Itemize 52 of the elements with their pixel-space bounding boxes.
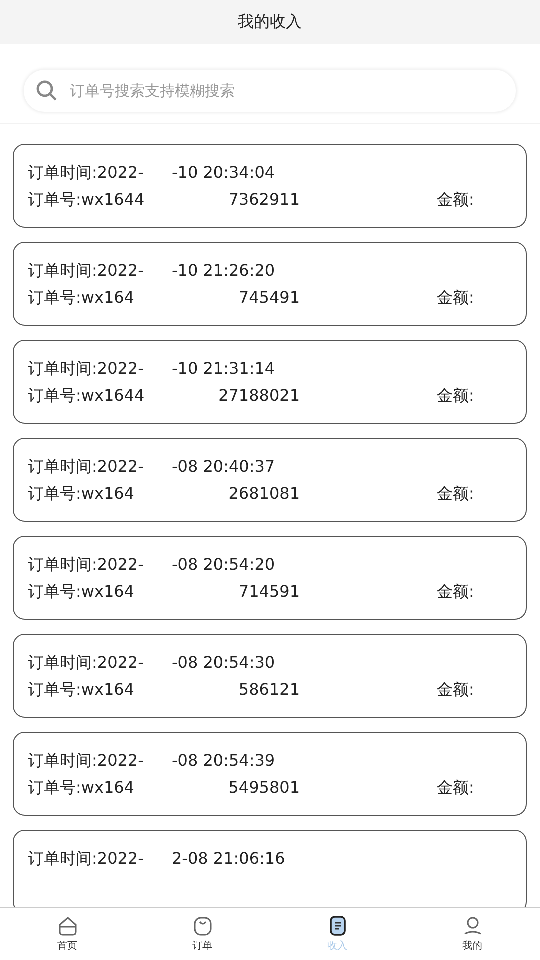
amount-label: 金额: xyxy=(437,483,474,504)
order-time: 订单时间:2022- xyxy=(28,358,145,379)
order-time: 订单时间:2022- xyxy=(28,750,145,771)
order-time: 订单时间:2022- xyxy=(28,848,145,869)
order-number: 订单号:wx164 xyxy=(28,679,136,700)
order-time-value: -10 20:34:04 xyxy=(172,162,276,183)
amount-label: 金额: xyxy=(437,777,474,798)
order-time: 订单时间:2022- xyxy=(28,652,145,673)
amount-label: 金额: xyxy=(437,287,474,308)
home-icon xyxy=(56,915,78,937)
tab-item[interactable]: 我的 xyxy=(405,908,540,960)
order-card[interactable]: 订单时间:2022- -08 20:54:39 订单号:wx164 5495801 金额: xyxy=(13,732,527,816)
order-number: 订单号:wx164 xyxy=(28,581,136,602)
order-time-value: -08 20:54:20 xyxy=(172,554,276,575)
amount-label: 金额: xyxy=(437,189,474,210)
order-number-value: 7362911 xyxy=(228,189,300,210)
amount-label: 金额: xyxy=(437,679,474,700)
order-time-value: 2-08 21:06:16 xyxy=(172,848,286,869)
order-time-value: -10 21:31:14 xyxy=(172,358,276,379)
order-card[interactable]: 订单时间:2022- -10 21:26:20 订单号:wx164 745491 金额: xyxy=(13,242,527,326)
order-time: 订单时间:2022- xyxy=(28,554,145,575)
order-time-value: -08 20:54:30 xyxy=(172,652,276,673)
bag-icon xyxy=(192,915,214,937)
order-card[interactable]: 订单时间:2022- -10 20:34:04 订单号:wx1644 7362911 金额: xyxy=(13,144,527,228)
order-number-value: 27188021 xyxy=(218,385,300,406)
order-number-value: 586121 xyxy=(238,679,300,700)
order-time: 订单时间:2022- xyxy=(28,162,145,183)
order-time-value: -08 20:40:37 xyxy=(172,456,276,477)
order-card[interactable]: 订单时间:2022- -08 20:54:30 订单号:wx164 586121 金额: xyxy=(13,634,527,718)
order-time-value: -08 20:54:39 xyxy=(172,750,276,771)
order-card[interactable]: 订单时间:2022- -08 20:54:20 订单号:wx164 714591 金额: xyxy=(13,536,527,620)
tab-item[interactable]: 订单 xyxy=(135,908,270,960)
order-number-value: 714591 xyxy=(238,581,300,602)
amount-label: 金额: xyxy=(437,581,474,602)
order-number: 订单号:wx164 xyxy=(28,287,136,308)
order-time: 订单时间:2022- xyxy=(28,456,145,477)
order-number: 订单号:wx1644 xyxy=(28,189,146,210)
amount-label: 金额: xyxy=(437,385,474,406)
order-number-value: 745491 xyxy=(238,287,300,308)
order-number: 订单号:wx164 xyxy=(28,777,136,798)
order-time: 订单时间:2022- xyxy=(28,260,145,281)
order-number: 订单号:wx1644 xyxy=(28,385,146,406)
order-number: 订单号:wx164 xyxy=(28,483,136,504)
tab-item[interactable]: 首页 xyxy=(0,908,135,960)
order-card[interactable]: 订单时间:2022- -10 21:31:14 订单号:wx1644 27188021 金额: xyxy=(13,340,527,424)
order-time-value: -10 21:26:20 xyxy=(172,260,276,281)
order-number-value: 2681081 xyxy=(228,483,300,504)
page-title: 我的收入 xyxy=(238,12,302,32)
order-card[interactable]: 订单时间:2022- -08 20:40:37 订单号:wx164 2681081 金额: xyxy=(13,438,527,522)
search-field[interactable]: 订单号搜索支持模糊搜索 xyxy=(23,69,517,113)
search-icon xyxy=(35,79,59,103)
order-number-value: 5495801 xyxy=(228,777,300,798)
